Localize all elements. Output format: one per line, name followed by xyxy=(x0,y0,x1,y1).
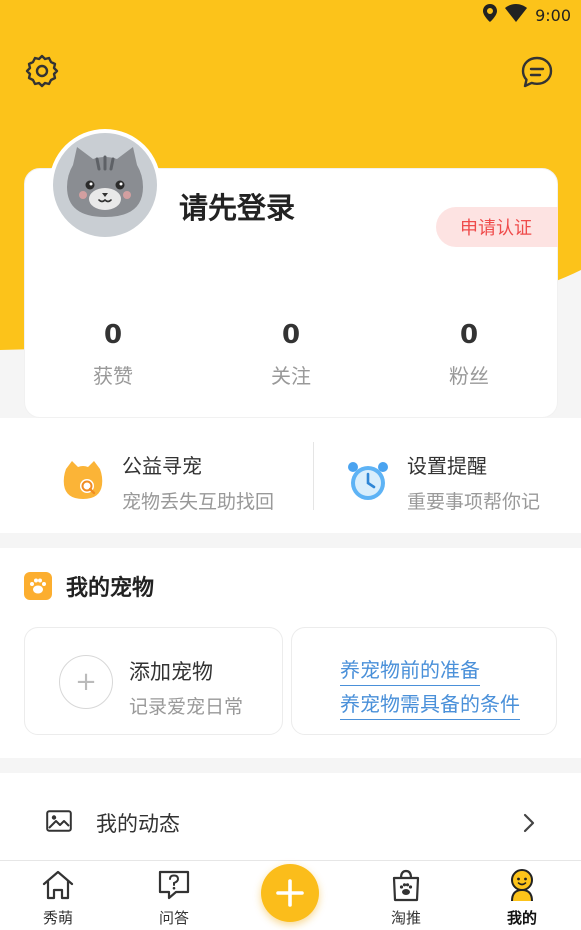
plus-icon xyxy=(276,879,304,907)
stat-label: 粉丝 xyxy=(449,364,489,388)
tab-label: 我的 xyxy=(506,909,537,927)
my-pets-section: 我的宠物 + 添加宠物 记录爱宠日常 养宠物前的准备 养宠物需具备的条件 xyxy=(0,548,581,758)
shopping-bag-icon xyxy=(366,867,446,903)
guide-link-requirements[interactable]: 养宠物需具备的条件 xyxy=(340,688,520,720)
cat-search-icon xyxy=(62,459,104,505)
location-icon xyxy=(483,4,498,26)
question-icon xyxy=(134,867,214,903)
feature-title: 设置提醒 xyxy=(407,454,487,478)
feature-subtitle: 重要事项帮你记 xyxy=(407,491,541,513)
chevron-right-icon xyxy=(523,813,535,837)
home-icon xyxy=(18,867,98,903)
wifi-icon xyxy=(505,4,528,26)
stat-following[interactable]: 0 关注 xyxy=(202,320,380,389)
alarm-clock-icon xyxy=(347,459,389,505)
add-post-button[interactable] xyxy=(261,864,319,922)
pet-search-shortcut[interactable]: 公益寻宠 宠物丢失互助找回 xyxy=(62,450,274,514)
cat-avatar-icon xyxy=(53,133,157,237)
feature-title: 公益寻宠 xyxy=(122,454,202,478)
feature-subtitle: 宠物丢失互助找回 xyxy=(122,491,275,513)
my-moments-row[interactable]: 我的动态 xyxy=(0,773,581,861)
pet-guide-card: 养宠物前的准备 养宠物需具备的条件 xyxy=(291,627,557,735)
profile-icon xyxy=(482,867,562,903)
section-title: 我的宠物 xyxy=(66,576,155,601)
tab-qa[interactable]: 问答 xyxy=(134,867,214,928)
avatar[interactable] xyxy=(49,129,161,241)
plus-icon: + xyxy=(59,655,113,709)
paw-icon xyxy=(24,572,52,600)
stat-likes[interactable]: 0 获赞 xyxy=(24,320,202,389)
tab-label: 问答 xyxy=(158,909,189,927)
message-icon[interactable] xyxy=(517,52,557,92)
login-prompt[interactable]: 请先登录 xyxy=(179,185,295,227)
stat-label: 关注 xyxy=(271,364,311,388)
guide-link-preparation[interactable]: 养宠物前的准备 xyxy=(340,654,480,686)
tab-shop[interactable]: 淘推 xyxy=(366,867,446,928)
status-bar: 9:00 xyxy=(0,0,581,30)
add-pet-title: 添加宠物 xyxy=(129,660,213,684)
stat-value: 0 xyxy=(459,320,479,350)
stats-row: 0 获赞 0 关注 0 粉丝 xyxy=(24,320,558,389)
moments-label: 我的动态 xyxy=(96,812,180,836)
tab-label: 秀萌 xyxy=(42,909,73,927)
feature-divider xyxy=(313,442,314,510)
tab-label: 淘推 xyxy=(390,909,421,927)
tab-home[interactable]: 秀萌 xyxy=(18,867,98,928)
settings-gear-icon[interactable] xyxy=(22,51,62,91)
reminder-shortcut[interactable]: 设置提醒 重要事项帮你记 xyxy=(347,450,540,514)
section-header: 我的宠物 xyxy=(24,570,154,602)
apply-verification-button[interactable]: 申请认证 xyxy=(436,207,558,247)
stat-value: 0 xyxy=(281,320,301,350)
stat-fans[interactable]: 0 粉丝 xyxy=(380,320,558,389)
status-time: 9:00 xyxy=(535,5,571,25)
image-icon xyxy=(46,810,72,836)
tab-profile[interactable]: 我的 xyxy=(482,867,562,928)
stat-value: 0 xyxy=(103,320,123,350)
add-pet-subtitle: 记录爱宠日常 xyxy=(129,696,244,718)
stat-label: 获赞 xyxy=(93,364,133,388)
add-pet-card[interactable]: + 添加宠物 记录爱宠日常 xyxy=(24,627,283,735)
